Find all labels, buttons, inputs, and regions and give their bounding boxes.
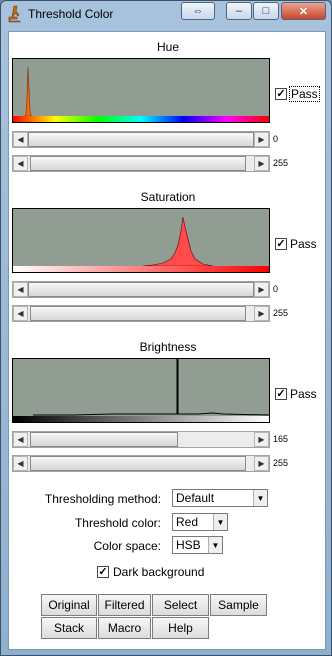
brightness-histogram-plot: [33, 359, 269, 416]
restore-icon: ⇔: [192, 5, 204, 17]
threshold-color-window: Threshold Color ⇔ – □ ✕ Hue ✓ Pass ◀ ▶ 0…: [0, 0, 332, 656]
scroll-left-icon[interactable]: ◀: [13, 456, 28, 471]
brightness-histogram: [12, 358, 270, 423]
original-button[interactable]: Original: [41, 594, 97, 616]
sample-button[interactable]: Sample: [210, 594, 267, 616]
minimize-button[interactable]: –: [226, 2, 252, 20]
hue-spectrum-bar: [13, 116, 269, 122]
saturation-gradient-bar: [13, 266, 269, 272]
brightness-pass-checkbox[interactable]: ✓: [275, 388, 287, 400]
saturation-max-value: 255: [273, 308, 289, 318]
restore-button[interactable]: ⇔: [181, 2, 215, 20]
scroll-right-icon[interactable]: ▶: [254, 156, 269, 171]
brightness-min-slider[interactable]: ◀ ▶: [12, 431, 270, 448]
dark-background-option[interactable]: ✓ Dark background: [97, 565, 204, 579]
scroll-left-icon[interactable]: ◀: [13, 306, 28, 321]
saturation-pass-option[interactable]: ✓ Pass: [275, 237, 317, 251]
hue-pass-label: Pass: [289, 86, 320, 102]
scroll-right-icon[interactable]: ▶: [254, 132, 269, 147]
slider-thumb[interactable]: [30, 456, 246, 471]
select-button[interactable]: Select: [152, 594, 209, 616]
slider-thumb[interactable]: [30, 432, 178, 447]
slider-thumb[interactable]: [28, 282, 254, 297]
help-button[interactable]: Help: [152, 617, 209, 639]
brightness-min-value: 165: [273, 434, 289, 444]
threshold-color-value: Red: [176, 515, 199, 529]
macro-button[interactable]: Macro: [98, 617, 151, 639]
thresholding-method-dropdown[interactable]: Default ▼: [172, 489, 268, 507]
thresholding-method-label: Thresholding method:: [44, 492, 161, 506]
maximize-icon: □: [262, 5, 270, 17]
thresholding-method-value: Default: [176, 491, 215, 505]
saturation-histogram-plot: [142, 216, 214, 267]
hue-title: Hue: [156, 40, 179, 54]
chevron-down-icon[interactable]: ▼: [213, 514, 227, 530]
threshold-color-label: Threshold color:: [74, 516, 161, 530]
color-space-label: Color space:: [93, 539, 161, 553]
imagej-microscope-icon: [8, 5, 21, 23]
scroll-right-icon[interactable]: ▶: [254, 306, 269, 321]
close-button[interactable]: ✕: [281, 2, 326, 20]
maximize-button[interactable]: □: [253, 2, 279, 20]
slider-thumb[interactable]: [30, 156, 246, 171]
scroll-right-icon[interactable]: ▶: [254, 432, 269, 447]
slider-thumb[interactable]: [28, 132, 254, 147]
title-bar[interactable]: Threshold Color ⇔ – □ ✕: [1, 1, 331, 28]
threshold-color-dropdown[interactable]: Red ▼: [172, 513, 228, 531]
filtered-button[interactable]: Filtered: [98, 594, 151, 616]
hue-min-value: 0: [273, 134, 279, 144]
slider-thumb[interactable]: [30, 306, 246, 321]
saturation-pass-checkbox[interactable]: ✓: [275, 238, 287, 250]
scroll-right-icon[interactable]: ▶: [254, 456, 269, 471]
stack-button[interactable]: Stack: [41, 617, 97, 639]
dark-background-label: Dark background: [113, 565, 205, 579]
saturation-min-slider[interactable]: ◀ ▶: [12, 281, 270, 298]
brightness-pass-label: Pass: [290, 387, 317, 401]
chevron-down-icon[interactable]: ▼: [253, 490, 267, 506]
brightness-max-slider[interactable]: ◀ ▶: [12, 455, 270, 472]
saturation-title: Saturation: [140, 190, 196, 204]
saturation-min-value: 0: [273, 284, 279, 294]
brightness-max-value: 255: [273, 458, 289, 468]
hue-histogram: [12, 58, 270, 123]
hue-max-slider[interactable]: ◀ ▶: [12, 155, 270, 172]
hue-histogram-plot: [24, 66, 32, 117]
color-space-dropdown[interactable]: HSB ▼: [172, 536, 223, 554]
close-icon: ✕: [298, 5, 309, 18]
threshold-panel: Hue ✓ Pass ◀ ▶ 0 ◀ ▶ 255 Saturation ✓ Pa…: [8, 31, 326, 650]
chevron-down-icon[interactable]: ▼: [208, 537, 222, 553]
scroll-right-icon[interactable]: ▶: [254, 282, 269, 297]
saturation-pass-label: Pass: [290, 237, 317, 251]
scroll-left-icon[interactable]: ◀: [13, 282, 28, 297]
hue-pass-checkbox[interactable]: ✓: [275, 88, 287, 100]
hue-min-slider[interactable]: ◀ ▶: [12, 131, 270, 148]
scroll-left-icon[interactable]: ◀: [13, 156, 28, 171]
scroll-left-icon[interactable]: ◀: [13, 432, 28, 447]
saturation-max-slider[interactable]: ◀ ▶: [12, 305, 270, 322]
saturation-histogram: [12, 208, 270, 273]
window-title: Threshold Color: [28, 7, 114, 21]
brightness-gradient-bar: [13, 416, 269, 422]
hue-max-value: 255: [273, 158, 289, 168]
scroll-left-icon[interactable]: ◀: [13, 132, 28, 147]
hue-pass-option[interactable]: ✓ Pass: [275, 86, 320, 102]
color-space-value: HSB: [176, 538, 201, 552]
brightness-pass-option[interactable]: ✓ Pass: [275, 387, 317, 401]
minimize-icon: –: [235, 5, 243, 17]
dark-background-checkbox[interactable]: ✓: [97, 566, 109, 578]
brightness-title: Brightness: [139, 340, 197, 354]
